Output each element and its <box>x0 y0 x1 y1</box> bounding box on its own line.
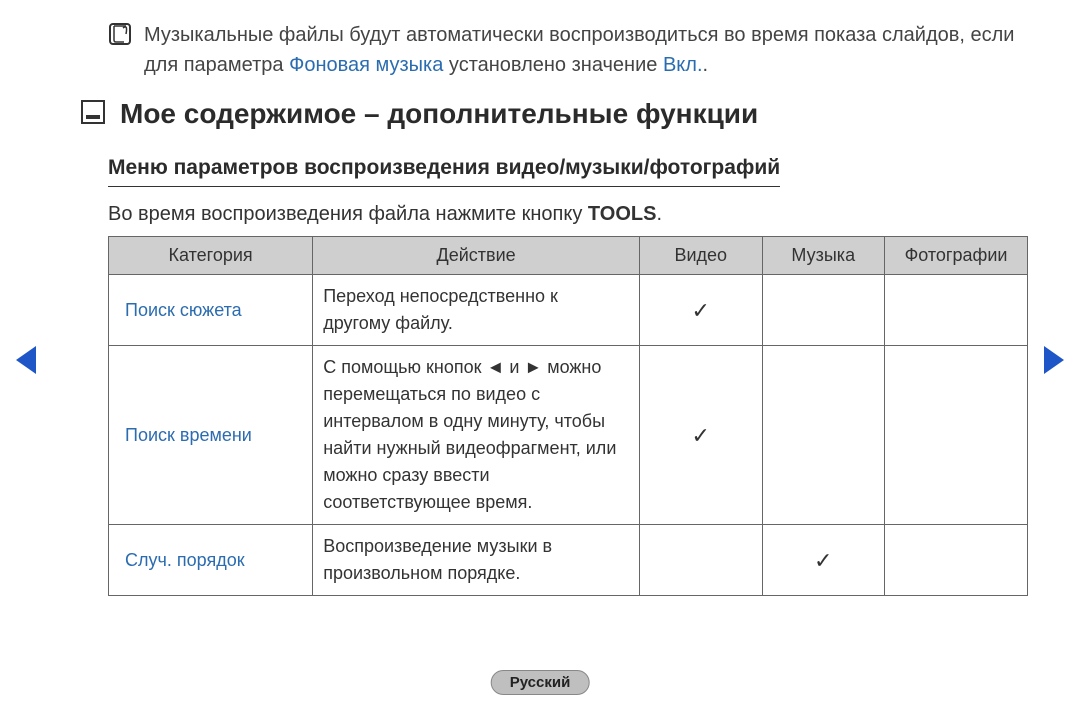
note-hl2: Вкл. <box>663 54 703 76</box>
note-mid: установлено значение <box>449 54 657 76</box>
section-bullet-icon <box>80 99 106 130</box>
table-header-row: Категория Действие Видео Музыка Фотограф… <box>109 237 1028 275</box>
options-table: Категория Действие Видео Музыка Фотограф… <box>108 236 1028 596</box>
cell-video: ✓ <box>639 275 762 346</box>
cell-photo <box>885 346 1028 525</box>
cell-category: Поиск сюжета <box>109 275 313 346</box>
cell-action: С помощью кнопок ◄ и ► можно перемещатьс… <box>313 346 640 525</box>
subheading: Меню параметров воспроизведения видео/му… <box>108 156 780 187</box>
th-category: Категория <box>109 237 313 275</box>
note-text: Музыкальные файлы будут автоматически во… <box>144 20 1020 80</box>
cell-category: Поиск времени <box>109 346 313 525</box>
table-row: Случ. порядок Воспроизведение музыки в п… <box>109 525 1028 596</box>
cell-photo <box>885 275 1028 346</box>
next-page-arrow[interactable] <box>1044 346 1064 374</box>
cell-action: Воспроизведение музыки в произвольном по… <box>313 525 640 596</box>
table-row: Поиск времени С помощью кнопок ◄ и ► мож… <box>109 346 1028 525</box>
intro-btn: TOOLS <box>588 203 657 225</box>
cell-music <box>762 275 885 346</box>
cell-photo <box>885 525 1028 596</box>
cell-music <box>762 346 885 525</box>
note-hl1: Фоновая музыка <box>289 54 443 76</box>
intro-suffix: . <box>656 203 662 225</box>
cell-category: Случ. порядок <box>109 525 313 596</box>
prev-page-arrow[interactable] <box>16 346 36 374</box>
th-video: Видео <box>639 237 762 275</box>
cell-video <box>639 525 762 596</box>
note-suffix: . <box>703 54 709 76</box>
table-row: Поиск сюжета Переход непосредственно к д… <box>109 275 1028 346</box>
cell-music: ✓ <box>762 525 885 596</box>
language-badge: Русский <box>491 670 590 695</box>
cell-video: ✓ <box>639 346 762 525</box>
th-photo: Фотографии <box>885 237 1028 275</box>
th-action: Действие <box>313 237 640 275</box>
section-title: Мое содержимое – дополнительные функции <box>120 98 758 130</box>
note-icon <box>108 22 132 51</box>
intro-pre: Во время воспроизведения файла нажмите к… <box>108 203 582 225</box>
th-music: Музыка <box>762 237 885 275</box>
intro-text: Во время воспроизведения файла нажмите к… <box>108 203 1020 226</box>
cell-action: Переход непосредственно к другому файлу. <box>313 275 640 346</box>
